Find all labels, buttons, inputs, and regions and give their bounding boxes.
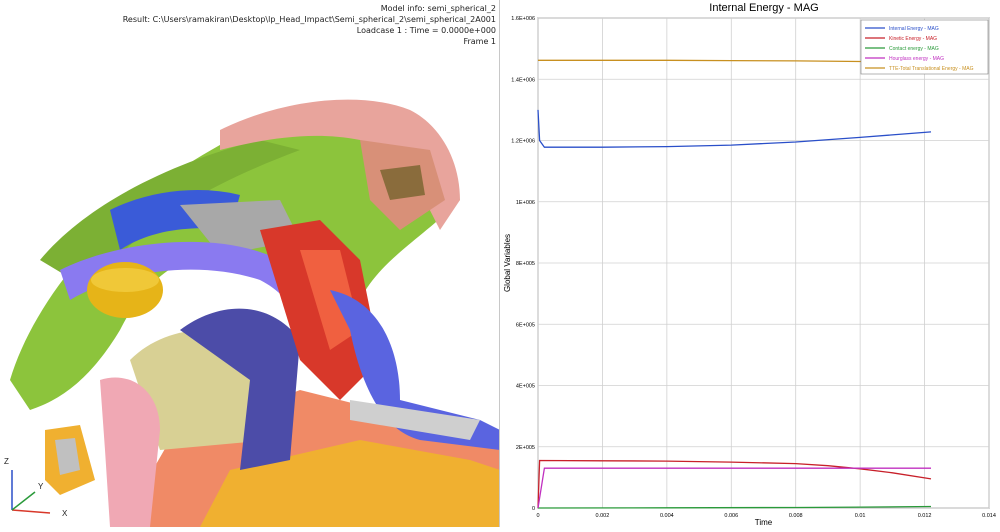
y-tick-label: 2E+005 xyxy=(516,445,535,451)
y-tick-label: 1.4E+006 xyxy=(511,77,535,83)
axis-x-label: X xyxy=(62,509,68,518)
x-tick-label: 0.006 xyxy=(724,513,738,519)
model-info-text: Model info: semi_spherical_2 xyxy=(380,4,496,13)
result-path-text: Result: C:\Users\ramakiran\Desktop\lp_He… xyxy=(122,15,496,24)
x-tick-label: 0.01 xyxy=(855,513,866,519)
legend-entry: Internal Energy - MAG xyxy=(889,26,939,32)
y-axis-label: Global Variables xyxy=(503,234,512,292)
legend-entry: Contact energy - MAG xyxy=(889,46,939,52)
axis-y-label: Y xyxy=(38,482,44,491)
chart-title: Internal Energy - MAG xyxy=(709,2,818,14)
axis-z-label: Z xyxy=(4,457,9,466)
y-tick-label: 1E+006 xyxy=(516,200,535,206)
energy-chart: Internal Energy - MAG 0 0.002 0.004 0.006 0.… xyxy=(503,2,996,527)
y-tick-label: 8E+005 xyxy=(516,261,535,267)
y-tick-label: 1.2E+006 xyxy=(511,139,535,145)
y-tick-label: 6E+005 xyxy=(516,322,535,328)
frame-text: Frame 1 xyxy=(463,37,496,46)
x-tick-label: 0.014 xyxy=(982,513,996,519)
x-axis-label: Time xyxy=(755,518,773,527)
legend-entry: Hourglass energy - MAG xyxy=(889,56,944,62)
x-tick-label: 0.002 xyxy=(596,513,610,519)
vehicle-model-render: Z Y X xyxy=(4,99,500,527)
loadcase-text: Loadcase 1 : Time = 0.0000e+000 xyxy=(356,26,496,35)
x-tick-label: 0.004 xyxy=(660,513,674,519)
x-tick-label: 0 xyxy=(536,513,539,519)
chart-legend[interactable]: Internal Energy - MAG Kinetic Energy - MA… xyxy=(860,19,989,75)
y-tick-label: 1.6E+006 xyxy=(511,16,535,22)
y-tick-label: 4E+005 xyxy=(516,384,535,390)
y-tick-label: 0 xyxy=(532,506,535,512)
model-viewport[interactable]: Z Y X Model info: semi_spherical_2 Resul… xyxy=(0,0,500,527)
x-tick-label: 0.012 xyxy=(918,513,932,519)
y-axis-ticks: 0 2E+005 4E+005 6E+005 8E+005 1E+006 1.2E+006 1… xyxy=(511,16,535,512)
x-tick-label: 0.008 xyxy=(789,513,803,519)
legend-entry: Kinetic Energy - MAG xyxy=(889,36,937,42)
energy-plot-window[interactable]: Internal Energy - MAG 0 0.002 0.004 0.006 0.… xyxy=(500,0,1000,527)
legend-entry: TTE-Total Translational Energy - MAG xyxy=(889,66,974,72)
